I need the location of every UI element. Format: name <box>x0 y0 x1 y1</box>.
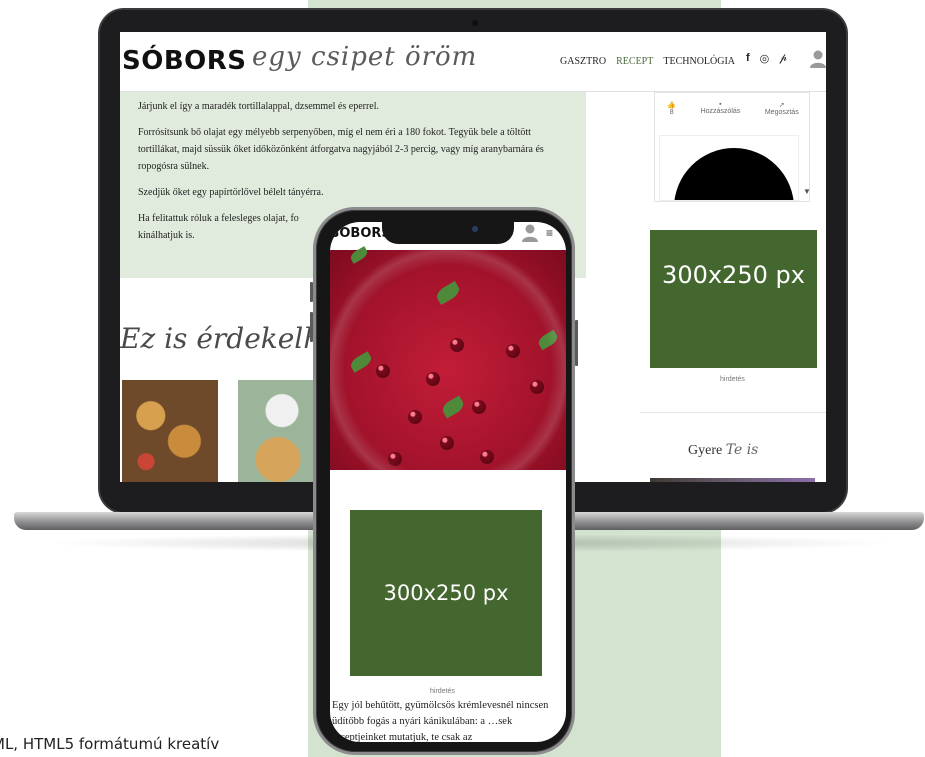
nav-item-gasztro[interactable]: GASZTRO <box>560 56 606 67</box>
article-paragraph: Ha felitattuk róluk a felesleges olajat,… <box>138 213 299 241</box>
sidebar-divider <box>640 412 826 413</box>
mockup-stage: SÓBORS egy csipet öröm GASZTRO RECEPT TE… <box>0 0 925 757</box>
nav-item-technologia[interactable]: TECHNOLÓGIA <box>663 56 735 67</box>
related-thumbnail-pie[interactable] <box>238 380 318 482</box>
social-links: f ◎ 𝓅 <box>746 52 787 65</box>
mobile-user-icon[interactable] <box>522 224 538 242</box>
share-action[interactable]: ➚ Megosztás <box>765 101 799 129</box>
embed-avatar-image <box>674 148 794 200</box>
nav-item-recept[interactable]: RECEPT <box>616 56 653 67</box>
site-logo[interactable]: SÓBORS <box>122 46 247 76</box>
join-section-image <box>650 478 815 482</box>
facebook-icon[interactable]: f <box>746 52 750 65</box>
mobile-ad-banner[interactable]: 300x250 px <box>350 510 542 676</box>
phone-notch <box>382 222 514 244</box>
comment-action[interactable]: ▪ Hozzászólás <box>701 101 741 129</box>
related-thumbnail-muffins[interactable] <box>122 380 218 482</box>
ad-label: hirdetés <box>720 376 745 383</box>
site-header: SÓBORS egy csipet öröm GASZTRO RECEPT TE… <box>120 32 826 92</box>
facebook-embed <box>659 135 799 201</box>
pinterest-icon[interactable]: 𝓅 <box>779 52 787 65</box>
like-action[interactable]: 👍 8 <box>667 101 676 129</box>
mobile-article-text: Egy jól behűtött, gyümölcsös krémlevesné… <box>332 700 549 742</box>
laptop-camera <box>472 20 478 26</box>
ad-banner[interactable]: 300x250 px <box>650 230 817 368</box>
article-paragraph: Szedjük őket egy papírtörlővel bélelt tá… <box>138 187 324 198</box>
user-icon[interactable] <box>810 50 826 68</box>
share-icon: ➚ <box>778 102 785 109</box>
related-section-title: Ez is érdekelh <box>120 322 322 355</box>
main-nav: GASZTRO RECEPT TECHNOLÓGIA <box>560 56 735 67</box>
article-paragraph: Járjunk el így a maradék tortillalappal,… <box>138 101 380 112</box>
mobile-ad-label: hirdetés <box>430 688 455 695</box>
caption-text: ML, HTML5 formátumú kreatív <box>0 735 220 753</box>
facebook-actions: 👍 8 ▪ Hozzászólás ➚ Megosztás <box>655 101 811 129</box>
join-section-title: Gyere Te is <box>688 442 759 458</box>
hamburger-menu-icon[interactable]: ≡ <box>546 226 553 240</box>
scroll-down-icon[interactable]: ▼ <box>803 187 811 196</box>
instagram-icon[interactable]: ◎ <box>760 52 770 65</box>
like-icon: 👍 <box>667 102 676 109</box>
plate-highlight <box>330 250 566 470</box>
article-paragraph: Forrósítsunk bő olajat egy mélyebb serpe… <box>138 127 544 172</box>
phone-camera <box>472 226 478 232</box>
phone-side-button <box>575 320 578 366</box>
facebook-widget: 👍 8 ▪ Hozzászólás ➚ Megosztás ▼ <box>654 92 811 202</box>
site-tagline: egy csipet öröm <box>252 42 478 72</box>
phone-screen: SÓBORS ≡ 300x250 px hirdetés Egy jól beh… <box>330 222 566 742</box>
comment-icon: ▪ <box>719 101 722 108</box>
